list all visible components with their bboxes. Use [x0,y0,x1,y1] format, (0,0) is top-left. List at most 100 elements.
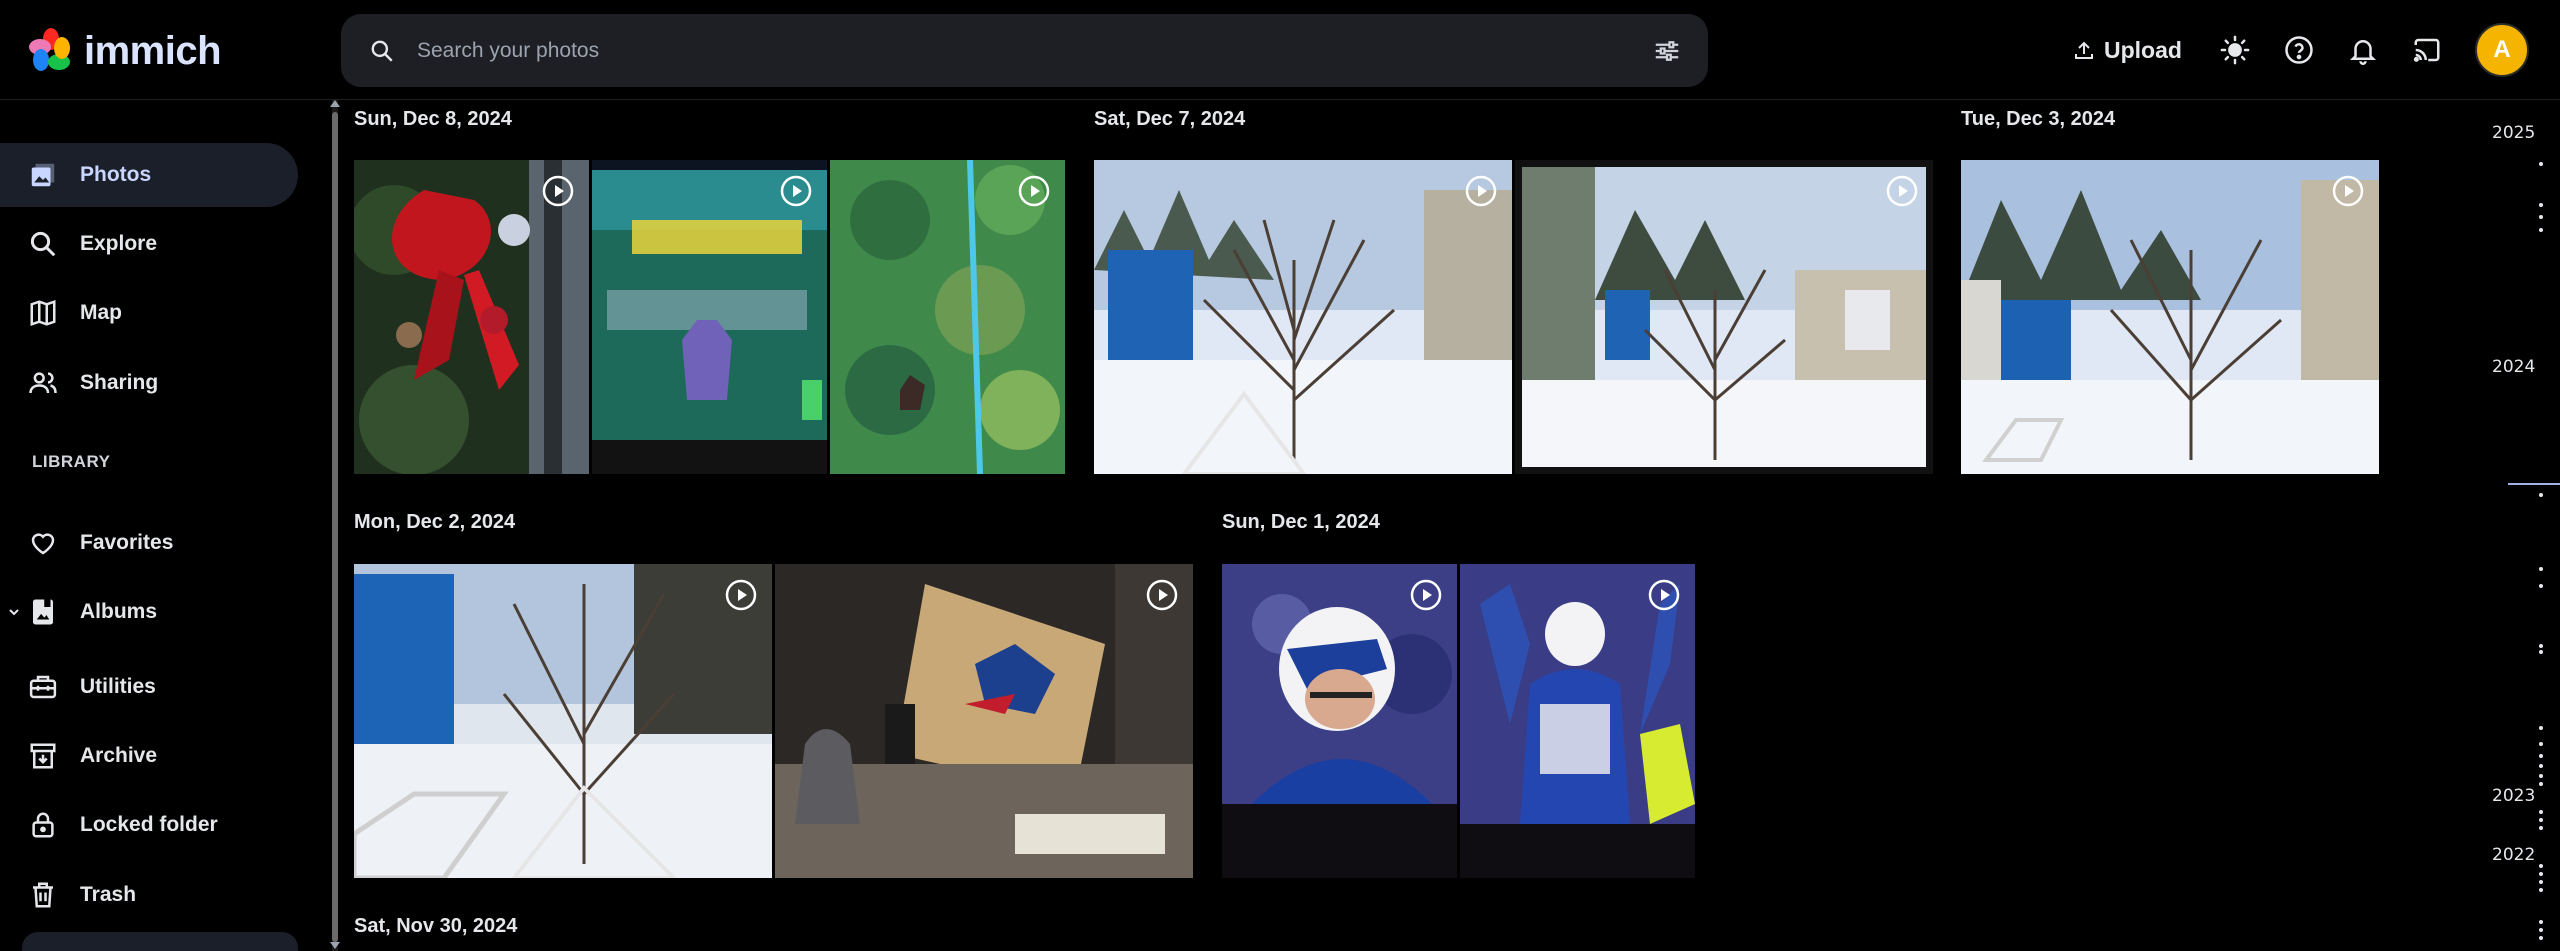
scrubber-month-dot[interactable] [2539,162,2543,166]
search-bar[interactable] [341,14,1708,87]
snowy-yard-photo [1094,160,1512,474]
scrubber-month-dot[interactable] [2539,774,2543,778]
sidebar-item-label: Explore [80,232,158,255]
sidebar-item-label: Map [80,301,122,324]
scrubber-year-label[interactable]: 2025 [2492,123,2535,143]
sharing-icon [29,372,57,394]
scrubber-year-label[interactable]: 2022 [2492,845,2535,865]
photo-thumbnail[interactable] [1515,160,1933,474]
sidebar-item-sharing[interactable]: Sharing [0,351,298,415]
snowy-yard-photo [354,564,772,878]
play-video-icon[interactable] [1017,174,1051,208]
archive-icon [30,743,56,769]
play-video-icon[interactable] [1409,578,1443,612]
photo-thumbnail[interactable] [830,160,1065,474]
cast-button[interactable] [2407,30,2447,70]
date-group-title[interactable]: Sun, Dec 1, 2024 [1222,511,1380,534]
date-group-title[interactable]: Sat, Dec 7, 2024 [1094,108,1245,131]
scrubber-month-dot[interactable] [2539,936,2543,940]
scrubber-month-dot[interactable] [2539,644,2543,648]
scrubber-month-dot[interactable] [2539,826,2543,830]
heart-icon [31,533,55,555]
sidebar-item-favorites[interactable]: Favorites [0,511,298,575]
date-group-title[interactable]: Sun, Dec 8, 2024 [354,108,512,131]
sun-icon [2220,35,2250,65]
search-options-icon[interactable] [1652,36,1682,66]
scrubber-month-dot[interactable] [2539,228,2543,232]
theme-toggle-button[interactable] [2215,30,2255,70]
photo-thumbnail[interactable] [354,160,589,474]
play-video-icon[interactable] [1145,578,1179,612]
scrubber-month-dot[interactable] [2539,880,2543,884]
scrubber-month-dot[interactable] [2539,782,2543,786]
photo-thumbnail[interactable] [1961,160,2379,474]
app-logo[interactable]: immich [26,24,222,78]
sidebar-item-label: Locked folder [80,813,218,836]
app-name: immich [84,28,222,73]
photo-thumbnail[interactable] [1094,160,1512,474]
scrubber-month-dot[interactable] [2539,928,2543,932]
sidebar-item-partial[interactable] [22,932,298,951]
date-group-title[interactable]: Mon, Dec 2, 2024 [354,511,515,534]
sidebar-item-map[interactable]: Map [0,281,298,345]
photo-thumbnail[interactable] [775,564,1193,878]
sidebar-item-explore[interactable]: Explore [0,212,298,276]
trash-icon [33,882,53,908]
play-video-icon[interactable] [1647,578,1681,612]
sidebar-item-archive[interactable]: Archive [0,724,298,788]
user-avatar[interactable]: A [2475,23,2529,77]
sidebar-item-albums[interactable]: Albums [0,580,298,644]
explore-icon [30,231,56,257]
scrubber-month-dot[interactable] [2539,203,2543,207]
play-video-icon[interactable] [2331,174,2365,208]
sidebar-item-trash[interactable]: Trash [0,863,298,927]
help-button[interactable] [2279,30,2319,70]
upload-button[interactable]: Upload [2060,28,2194,72]
sidebar-item-label: Albums [80,600,158,623]
scrubber-month-dot[interactable] [2539,493,2543,497]
notifications-button[interactable] [2343,30,2383,70]
sidebar-item-photos[interactable]: Photos [0,143,298,207]
scrubber-position-indicator[interactable] [2508,483,2560,485]
scrubber-month-dot[interactable] [2539,810,2543,814]
photo-thumbnail[interactable] [354,564,772,878]
scrubber-month-dot[interactable] [2539,726,2543,730]
photo-thumbnail[interactable] [1460,564,1695,878]
date-group-title[interactable]: Sat, Nov 30, 2024 [354,915,517,938]
scroll-down-arrow-icon[interactable] [330,942,340,949]
scrubber-month-dot[interactable] [2539,650,2543,654]
snowy-yard-photo [1961,160,2379,474]
scrubber-month-dot[interactable] [2539,567,2543,571]
scrubber-month-dot[interactable] [2539,888,2543,892]
utilities-icon [29,675,57,699]
play-video-icon[interactable] [779,174,813,208]
play-video-icon[interactable] [1885,174,1919,208]
scroll-up-arrow-icon[interactable] [330,100,340,107]
content-scrollbar-thumb[interactable] [332,112,338,942]
cast-icon [2413,38,2440,62]
sidebar-item-locked-folder[interactable]: Locked folder [0,793,298,857]
search-icon [371,40,393,62]
albums-icon [33,599,53,625]
date-group-title[interactable]: Tue, Dec 3, 2024 [1961,108,2115,131]
scrubber-month-dot[interactable] [2539,764,2543,768]
scrubber-month-dot[interactable] [2539,818,2543,822]
sidebar-item-utilities[interactable]: Utilities [0,655,298,719]
play-video-icon[interactable] [724,578,758,612]
scrubber-month-dot[interactable] [2539,584,2543,588]
scrubber-month-dot[interactable] [2539,215,2543,219]
play-video-icon[interactable] [1464,174,1498,208]
photo-thumbnail[interactable] [592,160,827,474]
search-input[interactable] [417,32,1597,70]
scrubber-month-dot[interactable] [2539,742,2543,746]
photo-thumbnail[interactable] [1222,564,1457,878]
scrubber-month-dot[interactable] [2539,864,2543,868]
scrubber-month-dot[interactable] [2539,754,2543,758]
scrubber-month-dot[interactable] [2539,872,2543,876]
play-video-icon[interactable] [541,174,575,208]
scrubber-year-label[interactable]: 2023 [2492,786,2535,806]
chevron-down-icon[interactable] [6,604,22,620]
scrubber-year-label[interactable]: 2024 [2492,357,2535,377]
immich-logo-icon [29,28,70,71]
scrubber-month-dot[interactable] [2539,920,2543,924]
